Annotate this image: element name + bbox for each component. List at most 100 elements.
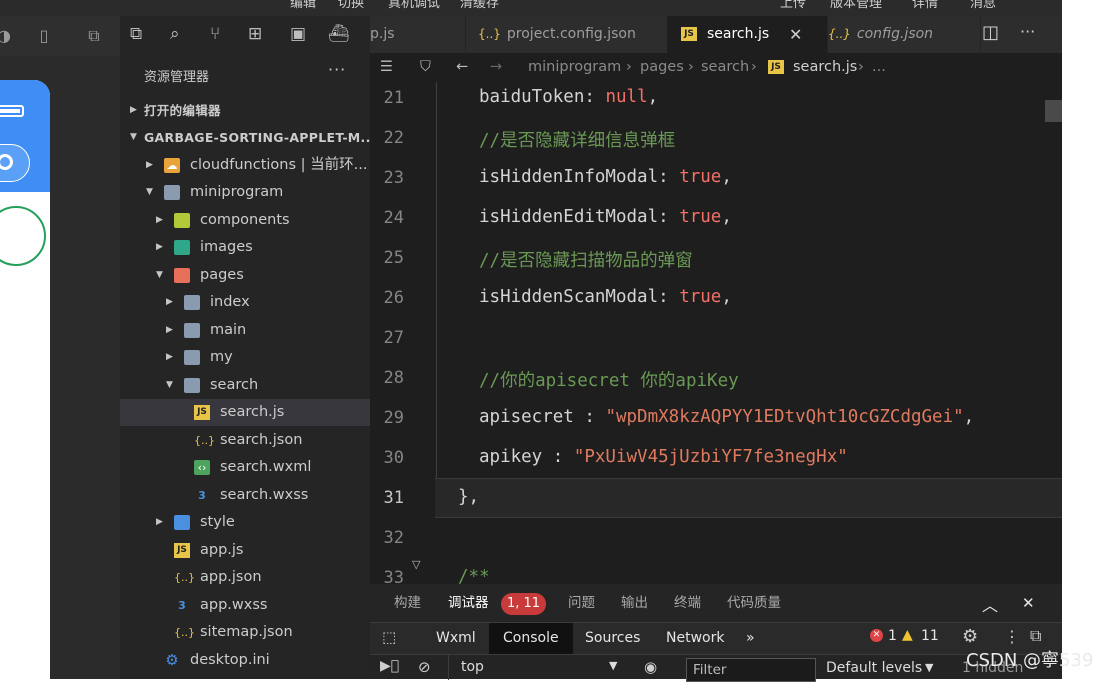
line-number: 32 — [383, 528, 404, 548]
explorer-more-button[interactable]: ··· — [328, 60, 346, 79]
devtools-more-tabs[interactable]: » — [746, 623, 755, 654]
menu-edit[interactable]: 编辑 — [290, 0, 316, 11]
chevron-down-icon: ▼ — [156, 270, 163, 280]
tree-item-search-wxml[interactable]: ‹› search.wxml — [120, 454, 370, 481]
debug-icon[interactable]: ▣ — [290, 24, 306, 44]
inspect-icon[interactable]: ⬚ — [382, 628, 396, 646]
devtools-tab-sources[interactable]: Sources — [571, 623, 654, 654]
scrollbar-thumb[interactable] — [1045, 100, 1062, 122]
line-number-gutter: 21 22 23 24 25 26 27 28 29 30 31 32 33 ▽ — [370, 82, 430, 588]
tree-item-search[interactable]: ▼ search — [120, 372, 370, 399]
style-folder-icon — [174, 515, 190, 530]
tab-config-json[interactable]: {..} config.json — [814, 16, 981, 53]
open-editors-section[interactable]: ▶ 打开的编辑器 — [120, 97, 370, 124]
list-icon[interactable]: ☰ — [380, 53, 393, 82]
breadcrumb-search-js[interactable]: search.js — [793, 53, 857, 82]
close-panel-icon[interactable]: ✕ — [1022, 594, 1035, 612]
panel-tab-problems[interactable]: 问题 — [568, 584, 595, 622]
tree-item-search-wxss[interactable]: 3 search.wxss — [120, 482, 370, 509]
close-icon[interactable]: ✕ — [789, 16, 802, 53]
window-icon[interactable]: ⧉ — [82, 24, 106, 48]
tree-item-my[interactable]: ▶ my — [120, 344, 370, 371]
panel-tab-terminal[interactable]: 终端 — [674, 584, 701, 622]
panel-tab-build[interactable]: 构建 — [394, 584, 421, 622]
forward-arrow-icon[interactable]: → — [490, 53, 502, 82]
explorer-title: 资源管理器 — [144, 70, 210, 85]
docker-icon[interactable]: ⛴ — [328, 24, 350, 44]
menu-clear-cache[interactable]: 清缓存 — [460, 0, 499, 11]
tree-item-miniprogram[interactable]: ▼ miniprogram — [120, 179, 370, 206]
menu-upload[interactable]: 上传 — [780, 0, 806, 11]
sidebar-toggle-icon[interactable]: ▶⃞ — [380, 658, 399, 674]
back-arrow-icon[interactable]: ← — [456, 53, 468, 82]
debugger-count-badge: 1, 11 — [501, 593, 546, 615]
tree-item-pages[interactable]: ▼ pages — [120, 262, 370, 289]
source-control-icon[interactable]: ⑂ — [210, 24, 220, 44]
tab-app-js[interactable]: p.js — [370, 16, 466, 53]
line-number: 30 — [383, 448, 404, 468]
search-icon[interactable]: ⌕ — [170, 24, 180, 44]
tab-search-js[interactable]: JS search.js ✕ — [667, 16, 828, 53]
chevron-right-icon: ▶ — [166, 297, 173, 307]
components-folder-icon — [174, 213, 190, 228]
kebab-menu-icon[interactable]: ⋮ — [1004, 627, 1020, 646]
breadcrumb-more[interactable]: ... — [872, 53, 886, 82]
menu-switch[interactable]: 切换 — [338, 0, 364, 11]
toggle-icon[interactable]: ◑ — [0, 24, 16, 48]
chevron-right-icon: › — [858, 59, 864, 75]
watermark: CSDN @寧539 — [966, 650, 1094, 671]
files-icon[interactable]: ⧉ — [130, 24, 142, 44]
filter-input[interactable]: Filter — [686, 658, 816, 682]
project-section[interactable]: ▼ GARBAGE-SORTING-APPLET-M... — [120, 124, 375, 151]
panel-tab-debugger[interactable]: 调试器 — [448, 584, 489, 622]
line-number: 22 — [383, 128, 404, 148]
phone-screen[interactable] — [0, 80, 50, 680]
tree-item-cloudfunctions[interactable]: ▶ ☁ cloudfunctions | 当前环... — [120, 152, 370, 179]
breadcrumb-miniprogram[interactable]: miniprogram — [528, 53, 621, 82]
capsule-button[interactable] — [0, 144, 30, 182]
menu-messages[interactable]: 消息 — [970, 0, 996, 11]
tree-item-index[interactable]: ▶ index — [120, 289, 370, 316]
tree-item-app-js[interactable]: JS app.js — [120, 537, 370, 564]
chevron-right-icon: ▶ — [130, 105, 137, 115]
tree-item-sitemap-json[interactable]: {..} sitemap.json — [120, 619, 370, 646]
context-select[interactable]: top ▼ — [448, 654, 627, 680]
menu-details[interactable]: 详情 — [912, 0, 938, 11]
devtools-tab-network[interactable]: Network — [652, 623, 738, 654]
tree-item-desktop-ini[interactable]: ⚙ desktop.ini — [120, 647, 370, 674]
bookmark-icon[interactable]: ⛉ — [420, 53, 431, 82]
tree-item-style[interactable]: ▶ style — [120, 509, 370, 536]
error-count[interactable]: 1 — [888, 628, 897, 644]
gear-icon[interactable]: ⚙ — [962, 626, 978, 647]
menu-device-debug[interactable]: 真机调试 — [388, 0, 440, 11]
devtools-tabbar: ⬚ Wxml Console Sources Network » ✕ 1 ▲ 1… — [370, 622, 1062, 654]
tree-item-search-js[interactable]: JS search.js — [120, 399, 370, 426]
devtools-tab-console[interactable]: Console — [489, 623, 573, 654]
phone-icon[interactable]: ▯ — [32, 24, 56, 48]
panel-tab-output[interactable]: 输出 — [621, 584, 648, 622]
tree-item-app-json[interactable]: {..} app.json — [120, 564, 370, 591]
chevron-right-icon: ▶ — [166, 325, 173, 335]
tree-item-search-json[interactable]: {..} search.json — [120, 427, 370, 454]
log-levels-select[interactable]: Default levels — [826, 660, 922, 676]
devtools-tab-wxml[interactable]: Wxml — [422, 623, 490, 654]
eye-icon[interactable]: ◉ — [644, 658, 657, 676]
tree-item-components[interactable]: ▶ components — [120, 207, 370, 234]
warning-count[interactable]: 11 — [921, 628, 939, 644]
dock-icon[interactable]: ⧉ — [1030, 626, 1041, 646]
tab-project-config[interactable]: {..} project.config.json — [466, 16, 679, 53]
battery-icon — [0, 105, 24, 117]
breadcrumb-search[interactable]: search — [701, 53, 749, 82]
more-actions-icon[interactable]: ··· — [1020, 22, 1035, 41]
tree-item-app-wxss[interactable]: 3 app.wxss — [120, 592, 370, 619]
tree-item-main[interactable]: ▶ main — [120, 317, 370, 344]
clear-console-icon[interactable]: ⊘ — [418, 658, 431, 676]
panel-tab-code-quality[interactable]: 代码质量 — [727, 584, 781, 622]
fold-chevron-icon[interactable]: ▽ — [412, 558, 420, 571]
menu-version[interactable]: 版本管理 — [830, 0, 882, 11]
split-editor-icon[interactable]: ◫ — [982, 22, 999, 43]
chevron-up-icon[interactable]: ︿ — [982, 592, 998, 616]
breadcrumb-pages[interactable]: pages — [640, 53, 684, 82]
extensions-icon[interactable]: ⊞ — [248, 24, 262, 44]
tree-item-images[interactable]: ▶ images — [120, 234, 370, 261]
